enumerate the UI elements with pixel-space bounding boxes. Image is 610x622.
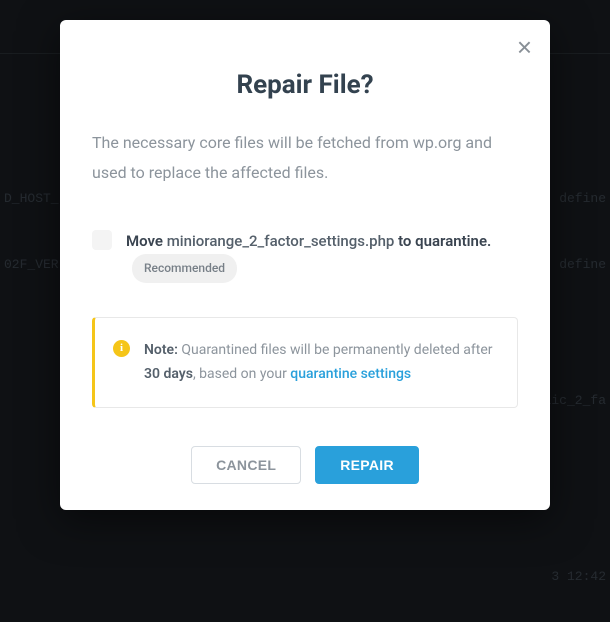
filename: miniorange_2_factor_settings.php (167, 232, 395, 250)
recommended-badge: Recommended (132, 254, 237, 282)
repair-file-modal: × Repair File? The necessary core files … (60, 20, 550, 510)
modal-title: Repair File? (92, 70, 518, 100)
close-icon: × (517, 32, 532, 62)
quarantine-settings-link[interactable]: quarantine settings (290, 366, 411, 382)
close-button[interactable]: × (517, 34, 532, 60)
quarantine-label: Move miniorange_2_factor_settings.php to… (126, 229, 518, 283)
cancel-button[interactable]: CANCEL (191, 446, 301, 484)
note-text-before: Quarantined files will be permanently de… (178, 342, 493, 358)
quarantine-checkbox[interactable] (92, 230, 112, 250)
move-suffix: to quarantine. (394, 232, 491, 250)
modal-description: The necessary core files will be fetched… (92, 128, 518, 189)
info-note: i Note: Quarantined files will be perman… (92, 317, 518, 408)
modal-overlay: × Repair File? The necessary core files … (0, 0, 610, 622)
move-prefix: Move (126, 232, 167, 250)
info-icon: i (113, 340, 130, 357)
quarantine-option: Move miniorange_2_factor_settings.php to… (92, 229, 518, 283)
modal-actions: CANCEL REPAIR (92, 446, 518, 484)
note-label: Note: (144, 342, 178, 358)
info-text: Note: Quarantined files will be permanen… (144, 338, 497, 387)
note-text-after: , based on your (193, 366, 290, 382)
days-value: 30 days (144, 366, 193, 382)
repair-button[interactable]: REPAIR (315, 446, 419, 484)
